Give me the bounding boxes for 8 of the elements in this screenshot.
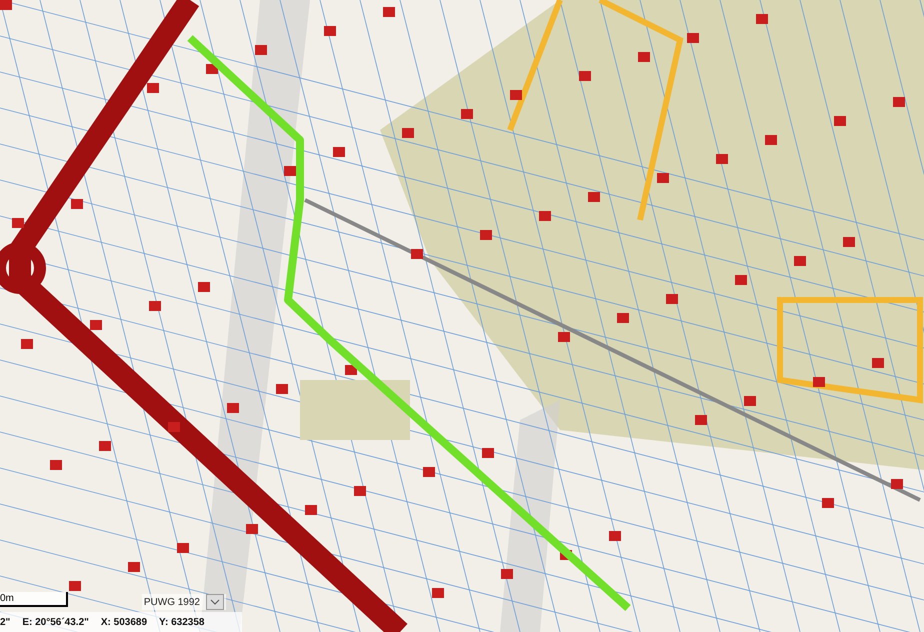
map-drawing[interactable] — [0, 0, 924, 632]
coordinate-readout: X: 503689 — [100, 616, 148, 628]
coordinate-system-dropdown[interactable]: PUWG 1992 — [142, 594, 226, 610]
coordinate-readout: 2" — [0, 616, 10, 628]
coordinate-readout: Y: 632358 — [159, 616, 204, 628]
scale-bar: 0m — [0, 592, 68, 607]
coordinate-readout: E: 20°56´43.2" — [22, 616, 89, 628]
caret-icon — [206, 594, 224, 610]
